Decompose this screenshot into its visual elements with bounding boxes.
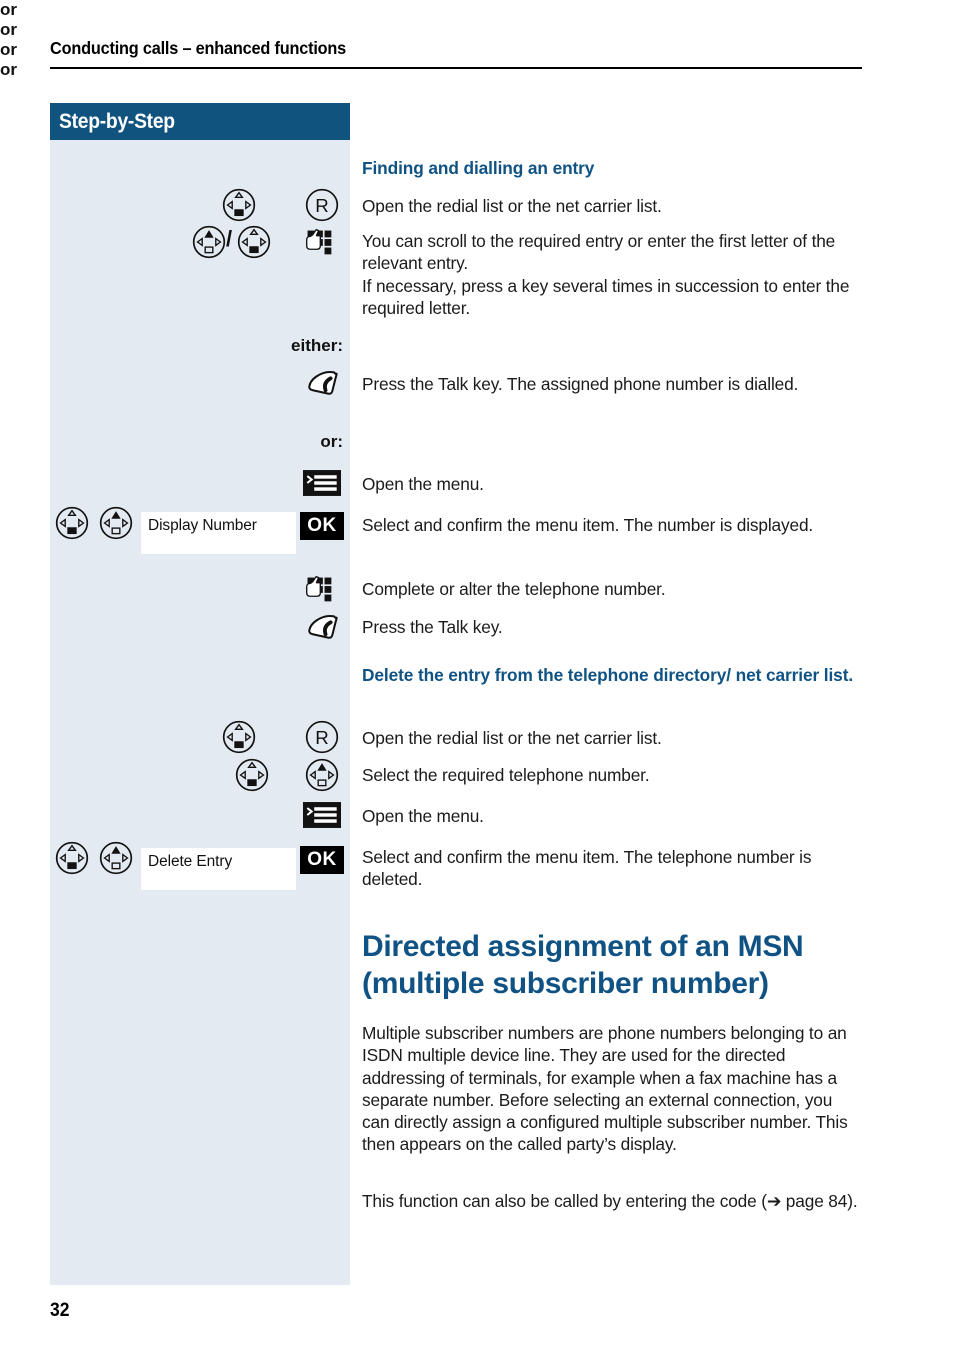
- either-label: either:: [291, 336, 343, 355]
- keypad-icon: [306, 229, 332, 255]
- or-separator-2: or: [0, 20, 17, 39]
- nav-key-down-icon: [55, 841, 89, 875]
- talk-key-icon: [308, 371, 338, 395]
- step-text: You can scroll to the required entry or …: [362, 231, 850, 318]
- step-text: Press the Talk key.: [362, 617, 503, 637]
- step-text: Open the redial list or the net carrier …: [362, 728, 662, 748]
- menu-key-icon: [303, 470, 341, 496]
- menu-item-field[interactable]: Delete Entry: [141, 848, 296, 890]
- nav-key-up-icon: [99, 841, 133, 875]
- step-text: Select and confirm the menu item. The te…: [362, 847, 812, 890]
- running-head: Conducting calls – enhanced functions: [50, 38, 347, 58]
- body-paragraph: Multiple subscriber numbers are phone nu…: [362, 1023, 848, 1155]
- sidebar-header-label: Step-by-Step: [59, 110, 175, 133]
- step-text: Press the Talk key. The assigned phone n…: [362, 374, 799, 394]
- step-text: Open the redial list or the net carrier …: [362, 196, 662, 216]
- nav-key-up-icon: [99, 506, 133, 540]
- menu-item-label: Delete Entry: [148, 853, 233, 870]
- step-text: Select and confirm the menu item. The nu…: [362, 515, 814, 535]
- or-separator-4: or: [0, 60, 17, 79]
- r-key-icon: R: [305, 720, 339, 754]
- ok-button[interactable]: OK: [300, 846, 344, 874]
- keypad-icon: [306, 576, 332, 602]
- svg-text:R: R: [315, 727, 329, 748]
- or-separator-1: or: [0, 0, 17, 19]
- nav-key-down-icon: [237, 225, 271, 259]
- svg-text:R: R: [315, 195, 329, 216]
- nav-key-down-icon: [222, 188, 256, 222]
- nav-key-up-icon: [305, 758, 339, 792]
- nav-key-down-icon: [222, 720, 256, 754]
- step-text: Complete or alter the telephone number.: [362, 579, 666, 599]
- nav-key-up-icon: [192, 225, 226, 259]
- or-label: or:: [320, 432, 343, 451]
- menu-item-field[interactable]: Display Number: [141, 512, 296, 554]
- section-heading-delete: Delete the entry from the telephone dire…: [362, 665, 854, 685]
- talk-key-icon: [308, 615, 338, 639]
- nav-key-down-icon: [235, 758, 269, 792]
- r-key-icon: R: [305, 188, 339, 222]
- section-heading-finding: Finding and dialling an entry: [362, 158, 595, 178]
- icon-slash-separator: /: [226, 226, 233, 251]
- header-rule: [50, 67, 862, 69]
- step-by-step-sidebar: Step-by-Step: [50, 103, 350, 1285]
- step-text: Open the menu.: [362, 474, 484, 494]
- body-paragraph: This function can also be called by ente…: [362, 1191, 858, 1211]
- menu-item-label: Display Number: [148, 517, 257, 534]
- step-text: Select the required telephone number.: [362, 765, 650, 785]
- step-text: Open the menu.: [362, 806, 484, 826]
- sidebar-header: Step-by-Step: [50, 103, 350, 140]
- page-number: 32: [50, 1300, 70, 1321]
- nav-key-down-icon: [55, 506, 89, 540]
- ok-button[interactable]: OK: [300, 512, 344, 540]
- page-title-msn: Directed assignment of an MSN (multiple …: [362, 930, 804, 1000]
- menu-key-icon: [303, 802, 341, 828]
